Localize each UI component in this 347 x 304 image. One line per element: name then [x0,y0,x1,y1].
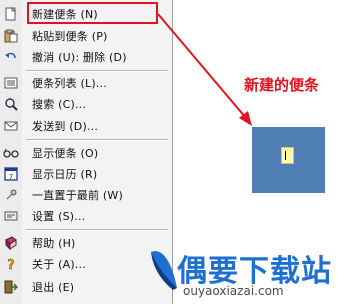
settings-icon [0,205,22,226]
menu-item-label: 撤消 (U): 删除 (D) [32,50,127,64]
new-note-icon [0,3,22,24]
menu-item-label: 显示日历 (R) [32,167,98,181]
about-icon: ? [0,253,22,274]
undo-icon [0,46,22,67]
note-preview [252,127,325,193]
menu-item-label: 退出 (E) [32,280,75,294]
search-icon [0,93,22,114]
pin-icon [0,184,22,205]
menu-item-label: 一直置于最前 (W) [32,188,123,202]
menu-separator [26,229,168,231]
menu-item-always-on-top[interactable]: 一直置于最前 (W) [0,184,172,205]
list-icon [0,72,22,93]
logo-icon [151,251,177,290]
menu-item-label: 关于 (A)... [32,257,86,271]
menu-item-label: 便条列表 (L)... [32,76,107,90]
menu-item-label: 显示便条 (O) [32,146,99,160]
menu-item-label: 粘贴到便条 (P) [32,29,108,43]
menu-item-label: 搜索 (C)... [32,97,87,111]
text-caret [285,151,286,160]
svg-text:?: ? [7,258,15,271]
menu-item-show-notes[interactable]: 显示便条 (O) [0,142,172,163]
calendar-icon: 7 [0,163,22,184]
svg-text:7: 7 [9,173,13,181]
menu-item-label: 发送到 (D)... [32,119,99,133]
menu-item-show-calendar[interactable]: 7 显示日历 (R) [0,163,172,184]
menu-item-note-list[interactable]: 便条列表 (L)... [0,72,172,93]
send-icon [0,115,22,136]
site-logo: 偶要下载站 ouyaoxiazai.com [147,246,347,304]
menu-separator [26,139,168,141]
menu-item-settings[interactable]: 设置 (S)... [0,205,172,226]
menu-item-label: 帮助 (H) [32,236,76,250]
help-book-icon [0,232,22,253]
note-paper [281,147,294,164]
menu-item-search[interactable]: 搜索 (C)... [0,93,172,114]
glasses-icon [0,142,22,163]
menu-item-paste-to-note[interactable]: 粘贴到便条 (P) [0,25,172,46]
menu-item-label: 设置 (S)... [32,209,86,223]
menu-item-send-to[interactable]: 发送到 (D)... [0,115,172,136]
annotation-label: 新建的便条 [244,76,320,94]
paste-icon [0,25,22,46]
exit-icon [0,276,22,297]
logo-url: ouyaoxiazai.com [183,284,284,298]
menu-item-undo[interactable]: 撤消 (U): 删除 (D) [0,46,172,67]
highlight-box [27,2,158,24]
